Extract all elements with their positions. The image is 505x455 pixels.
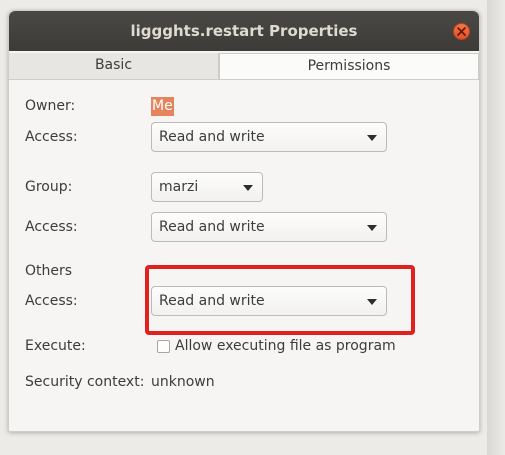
owner-access-dropdown[interactable]: Read and write — [151, 122, 387, 152]
tab-bar: Basic Permissions — [9, 53, 479, 80]
security-context-value: unknown — [151, 374, 215, 390]
group-dropdown[interactable]: marzi — [151, 172, 263, 202]
group-label: Group: — [25, 179, 73, 195]
close-icon — [457, 27, 466, 36]
group-access-value: Read and write — [159, 219, 265, 235]
execute-checkbox-label[interactable]: Allow executing file as program — [175, 338, 396, 354]
others-label: Others — [25, 263, 73, 279]
tab-permissions[interactable]: Permissions — [219, 53, 479, 79]
execute-checkbox[interactable] — [157, 340, 170, 353]
owner-access-label: Access: — [25, 129, 78, 145]
desktop: liggghts.restart Properties Basic Permis… — [0, 0, 505, 455]
chevron-down-icon — [367, 225, 377, 231]
owner-label: Owner: — [25, 98, 76, 114]
tab-basic[interactable]: Basic — [9, 53, 219, 79]
highlight-annotation — [145, 265, 415, 335]
background-panel — [487, 0, 505, 455]
group-access-dropdown[interactable]: Read and write — [151, 212, 387, 242]
window-title: liggghts.restart Properties — [130, 22, 358, 40]
execute-label: Execute: — [25, 338, 86, 354]
titlebar[interactable]: liggghts.restart Properties — [9, 11, 479, 51]
chevron-down-icon — [367, 135, 377, 141]
owner-value: Me — [151, 97, 174, 116]
owner-access-value: Read and write — [159, 129, 265, 145]
others-access-label: Access: — [25, 293, 78, 309]
security-context-label: Security context: — [25, 374, 145, 390]
properties-dialog: liggghts.restart Properties Basic Permis… — [8, 10, 480, 432]
group-value: marzi — [159, 179, 199, 195]
close-button[interactable] — [453, 23, 470, 40]
chevron-down-icon — [243, 185, 253, 191]
group-access-label: Access: — [25, 219, 78, 235]
